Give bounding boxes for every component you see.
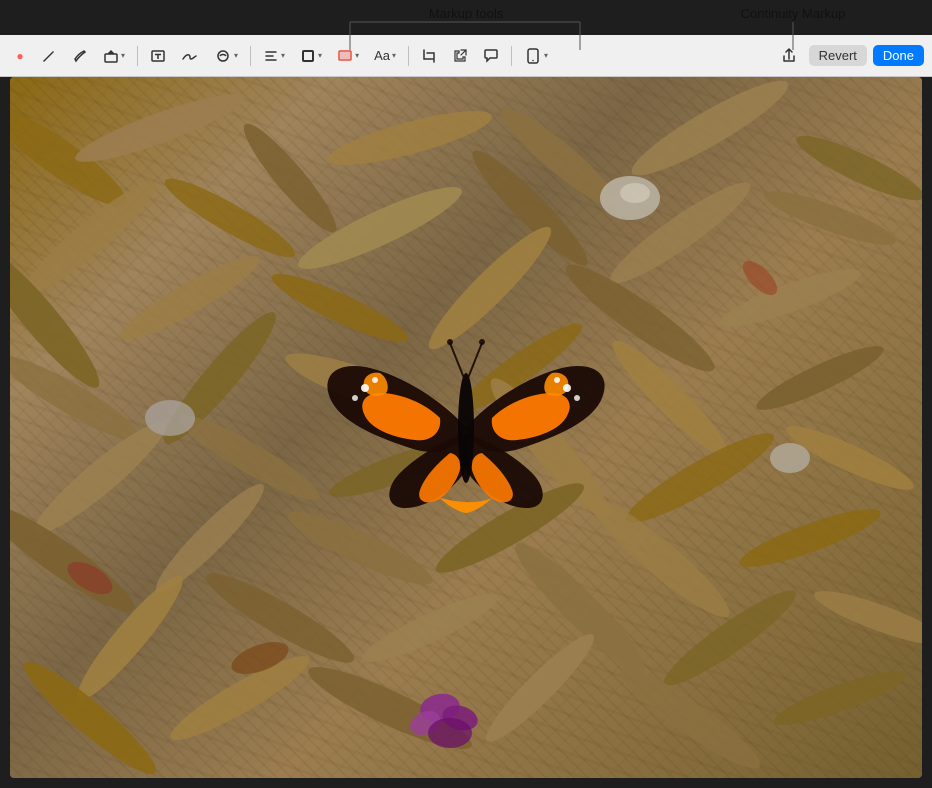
shapes-chevron: ▾ (121, 51, 125, 60)
markup-tools-label: Markup tools (429, 6, 504, 21)
share-icon (781, 48, 797, 64)
crop-tool-button[interactable] (415, 43, 443, 69)
speech-bubble-icon (483, 48, 499, 64)
continuity-chevron: ▾ (544, 51, 548, 60)
annotation-tool-button[interactable]: ▾ (208, 43, 244, 69)
close-dot: ● (16, 49, 23, 63)
marker-icon (72, 48, 88, 64)
separator-1 (137, 46, 138, 66)
separator-2 (250, 46, 251, 66)
text-icon (150, 48, 166, 64)
sign-tool-button[interactable] (175, 43, 205, 69)
shapes-icon (103, 48, 119, 64)
share-button[interactable] (775, 43, 803, 69)
color-icon (337, 48, 353, 64)
annotation-icon (214, 48, 232, 64)
text-tool-button[interactable] (144, 43, 172, 69)
speech-bubble-tool-button[interactable] (477, 43, 505, 69)
photo-scene (10, 77, 922, 778)
crop-icon (421, 48, 437, 64)
font-tool-button[interactable]: Aa ▾ (368, 43, 402, 69)
annotation-chevron: ▾ (234, 51, 238, 60)
pen-tool-button[interactable] (35, 43, 63, 69)
align-icon (263, 48, 279, 64)
color-tool-button[interactable]: ▾ (331, 43, 365, 69)
border-chevron: ▾ (318, 51, 322, 60)
color-chevron: ▾ (355, 51, 359, 60)
scene-svg (10, 77, 922, 778)
font-icon: Aa (374, 48, 390, 63)
resize-tool-button[interactable] (446, 43, 474, 69)
border-tool-button[interactable]: ▾ (294, 43, 328, 69)
revert-button[interactable]: Revert (809, 45, 867, 66)
border-icon (300, 48, 316, 64)
resize-icon (452, 48, 468, 64)
marker-tool-button[interactable] (66, 43, 94, 69)
window-control-button[interactable]: ● (8, 43, 32, 69)
continuity-tool-button[interactable]: ▾ (518, 43, 554, 69)
align-tool-button[interactable]: ▾ (257, 43, 291, 69)
continuity-icon (524, 48, 542, 64)
sign-icon (181, 48, 199, 64)
separator-4 (511, 46, 512, 66)
separator-3 (408, 46, 409, 66)
done-button[interactable]: Done (873, 45, 924, 66)
align-chevron: ▾ (281, 51, 285, 60)
continuity-markup-label: Continuity Markup (741, 6, 846, 21)
shapes-tool-button[interactable]: ▾ (97, 43, 131, 69)
pen-icon (41, 48, 57, 64)
font-chevron: ▾ (392, 51, 396, 60)
image-canvas (10, 77, 922, 778)
toolbar: ● ▾ (0, 35, 932, 77)
